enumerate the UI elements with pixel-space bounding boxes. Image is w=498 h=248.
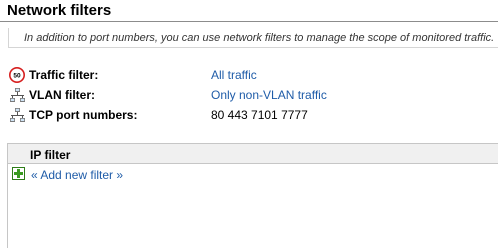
add-filter-row: « Add new filter » — [8, 166, 498, 184]
vlan-filter-link[interactable]: Only non-VLAN traffic — [211, 88, 327, 102]
title-divider — [0, 21, 498, 22]
description-box: In addition to port numbers, you can use… — [8, 28, 498, 48]
setting-row-tcp-ports: TCP port numbers: 80 443 7101 7777 — [0, 106, 498, 124]
add-new-filter-link[interactable]: « Add new filter » — [31, 168, 123, 182]
network-icon — [9, 87, 25, 103]
vlan-filter-label: VLAN filter: — [29, 88, 95, 102]
plus-icon[interactable] — [12, 167, 25, 180]
setting-row-traffic-filter: 50 Traffic filter: All traffic — [0, 66, 498, 84]
ip-filter-header-label: IP filter — [30, 148, 71, 162]
tcp-ports-label: TCP port numbers: — [29, 108, 138, 122]
ip-filter-header: IP filter — [8, 144, 498, 164]
svg-text:50: 50 — [13, 73, 21, 80]
traffic-filter-label: Traffic filter: — [29, 68, 99, 82]
speed-limit-icon: 50 — [9, 67, 25, 83]
page-title: Network filters — [7, 2, 112, 19]
tcp-ports-value: 80 443 7101 7777 — [211, 108, 308, 122]
network-icon — [9, 107, 25, 123]
ip-filter-table: IP filter « Add new filter » — [7, 143, 498, 248]
setting-row-vlan-filter: VLAN filter: Only non-VLAN traffic — [0, 86, 498, 104]
description-text: In addition to port numbers, you can use… — [24, 32, 495, 44]
traffic-filter-link[interactable]: All traffic — [211, 68, 257, 82]
